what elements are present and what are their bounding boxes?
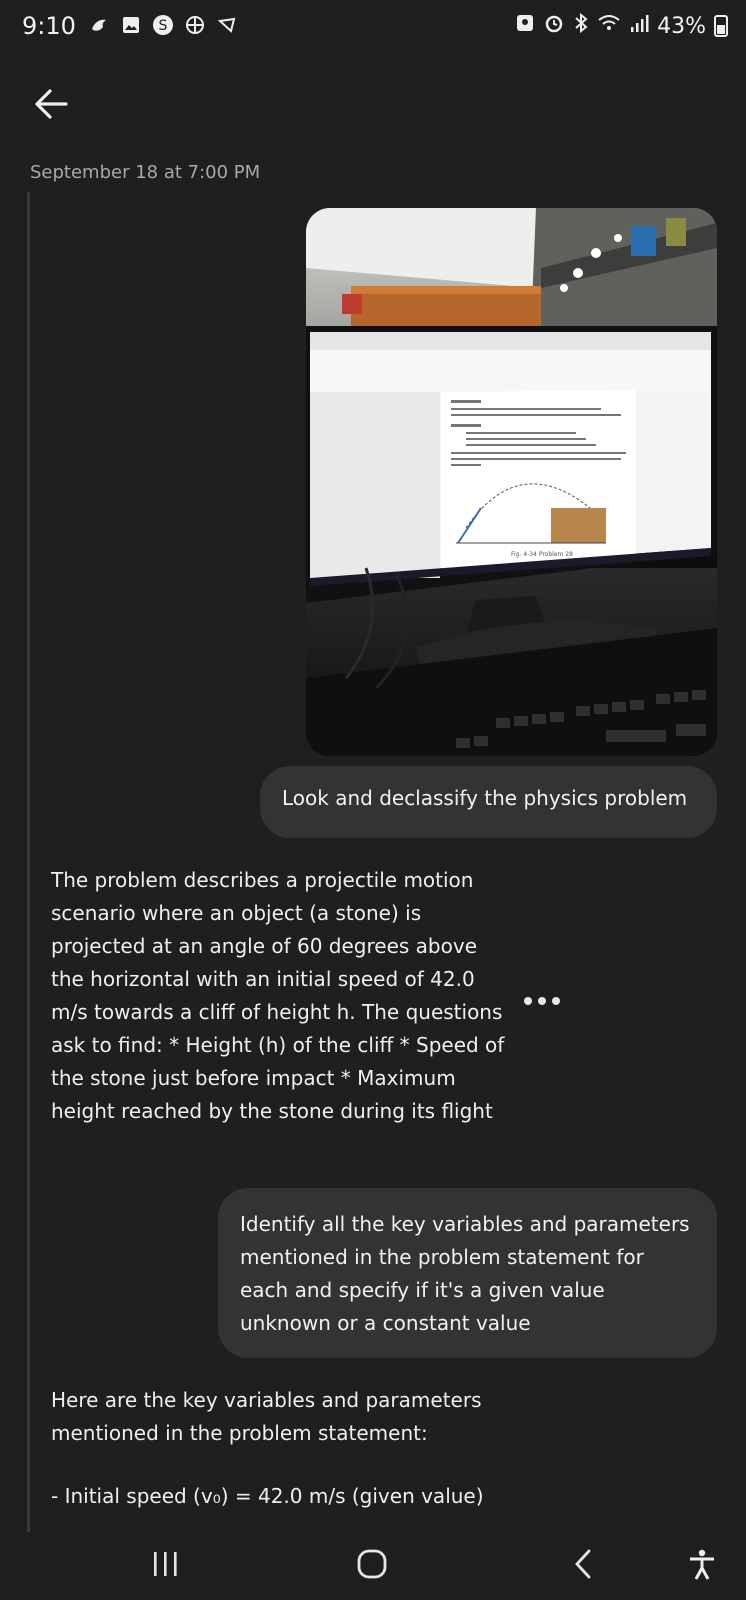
battery-icon (714, 15, 728, 37)
navigation-bar (0, 1530, 746, 1600)
assistant-message: The problem describes a projectile motio… (51, 868, 505, 1123)
arrow-left-icon (35, 89, 68, 119)
user-message-bubble[interactable]: Look and declassify the physics problem (260, 766, 717, 838)
shield-icon (216, 14, 238, 36)
user-message-bubble[interactable]: Identify all the key variables and param… (218, 1188, 717, 1358)
accessibility-icon (690, 1549, 714, 1580)
s-app-icon: S (152, 14, 174, 36)
accessibility-button[interactable] (680, 1544, 724, 1584)
wifi-icon (597, 13, 621, 39)
thread-date: September 18 at 7:00 PM (30, 162, 261, 183)
attached-photo[interactable]: Fig. 4-34 Problem 28 (306, 208, 717, 756)
assistant-message-intro: Here are the key variables and parameter… (51, 1388, 482, 1445)
more-options-icon[interactable] (524, 997, 564, 1009)
nav-back-button[interactable] (562, 1544, 606, 1584)
bluetooth-icon (573, 12, 589, 40)
bird-icon (88, 14, 110, 36)
gallery-icon (120, 14, 142, 36)
notification-icons: S (88, 14, 238, 36)
signal-icon (629, 13, 649, 39)
doc-caption: Fig. 4-34 Problem 28 (511, 551, 573, 558)
assistant-message-item: - Initial speed (v₀) = 42.0 m/s (given v… (51, 1484, 484, 1508)
contact-icon (515, 13, 535, 39)
user-message-text: Identify all the key variables and param… (240, 1212, 690, 1335)
alarm-icon (543, 12, 565, 40)
assistant-message: Here are the key variables and parameter… (51, 1384, 511, 1513)
user-message-text: Look and declassify the physics problem (282, 786, 688, 810)
thread-divider (27, 192, 30, 1532)
recents-icon (154, 1552, 177, 1576)
status-bar: 9:10 S 43% (0, 0, 746, 56)
pinwheel-icon (184, 14, 206, 36)
home-icon (357, 1549, 387, 1579)
home-button[interactable] (350, 1544, 394, 1584)
back-button[interactable] (30, 82, 74, 126)
svg-text:S: S (159, 18, 168, 34)
battery-percent: 43% (657, 13, 706, 39)
recents-button[interactable] (144, 1544, 188, 1584)
nav-back-icon (575, 1549, 591, 1579)
status-right: 43% (515, 12, 728, 40)
status-time: 9:10 (22, 12, 76, 40)
